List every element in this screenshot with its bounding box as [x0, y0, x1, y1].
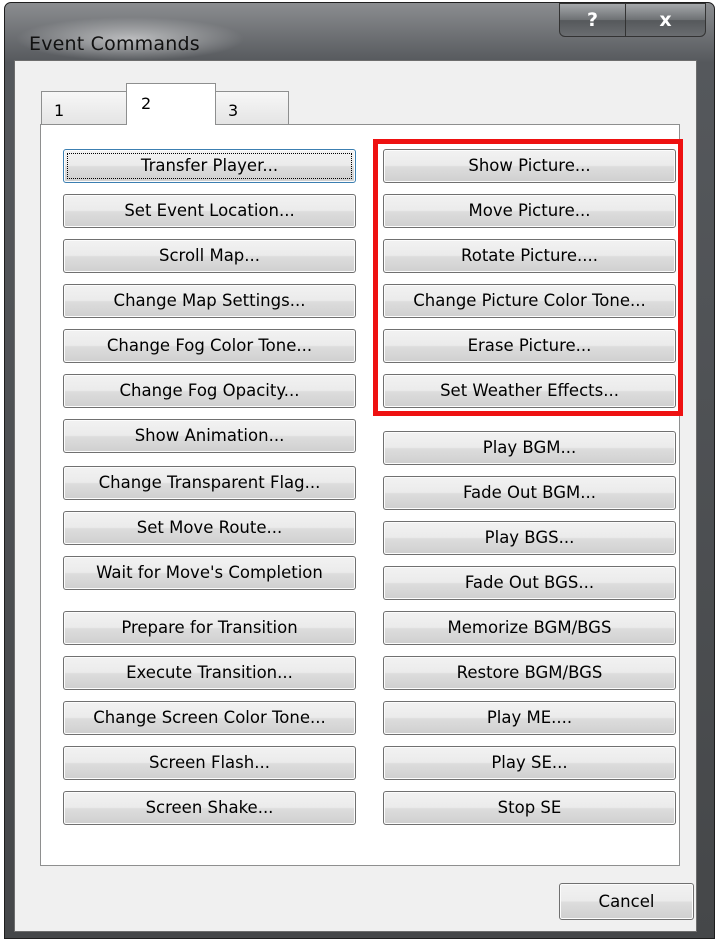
- close-icon: x: [659, 9, 672, 31]
- cancel-button[interactable]: Cancel: [559, 883, 694, 920]
- play-bgs-button[interactable]: Play BGS...: [383, 521, 676, 555]
- help-icon: ?: [586, 9, 599, 31]
- stop-se-button[interactable]: Stop SE: [383, 791, 676, 825]
- set-move-route-button[interactable]: Set Move Route...: [63, 511, 356, 545]
- change-fog-color-tone-button[interactable]: Change Fog Color Tone...: [63, 329, 356, 363]
- fade-out-bgs-button[interactable]: Fade Out BGS...: [383, 566, 676, 600]
- set-event-location-button[interactable]: Set Event Location...: [63, 194, 356, 228]
- change-transparent-flag-button[interactable]: Change Transparent Flag...: [63, 466, 356, 500]
- tab-3[interactable]: 3: [215, 91, 289, 125]
- restore-bgm-bgs-button[interactable]: Restore BGM/BGS: [383, 656, 676, 690]
- play-se-button[interactable]: Play SE...: [383, 746, 676, 780]
- tab-2[interactable]: 2: [126, 83, 216, 125]
- change-fog-opacity-button[interactable]: Change Fog Opacity...: [63, 374, 356, 408]
- fade-out-bgm-button[interactable]: Fade Out BGM...: [383, 476, 676, 510]
- scroll-map-button[interactable]: Scroll Map...: [63, 239, 356, 273]
- execute-transition-button[interactable]: Execute Transition...: [63, 656, 356, 690]
- screen-shake-button[interactable]: Screen Shake...: [63, 791, 356, 825]
- erase-picture-button[interactable]: Erase Picture...: [383, 329, 676, 363]
- show-animation-button[interactable]: Show Animation...: [63, 419, 356, 453]
- title-bar[interactable]: Event Commands ? x: [5, 3, 714, 67]
- move-picture-button[interactable]: Move Picture...: [383, 194, 676, 228]
- show-picture-button[interactable]: Show Picture...: [383, 149, 676, 183]
- screen-flash-button[interactable]: Screen Flash...: [63, 746, 356, 780]
- close-button[interactable]: x: [625, 3, 706, 37]
- help-button[interactable]: ?: [559, 3, 626, 37]
- change-screen-color-tone-button[interactable]: Change Screen Color Tone...: [63, 701, 356, 735]
- play-bgm-button[interactable]: Play BGM...: [383, 431, 676, 465]
- memorize-bgm-bgs-button[interactable]: Memorize BGM/BGS: [383, 611, 676, 645]
- transfer-player-button[interactable]: Transfer Player...: [63, 149, 356, 183]
- window-title: Event Commands: [29, 33, 200, 55]
- change-map-settings-button[interactable]: Change Map Settings...: [63, 284, 356, 318]
- play-me-button[interactable]: Play ME....: [383, 701, 676, 735]
- rotate-picture-button[interactable]: Rotate Picture....: [383, 239, 676, 273]
- tab-1[interactable]: 1: [41, 91, 127, 125]
- set-weather-effects-button[interactable]: Set Weather Effects...: [383, 374, 676, 408]
- wait-for-move-completion-button[interactable]: Wait for Move's Completion: [63, 556, 356, 590]
- prepare-for-transition-button[interactable]: Prepare for Transition: [63, 611, 356, 645]
- change-picture-color-tone-button[interactable]: Change Picture Color Tone...: [383, 284, 676, 318]
